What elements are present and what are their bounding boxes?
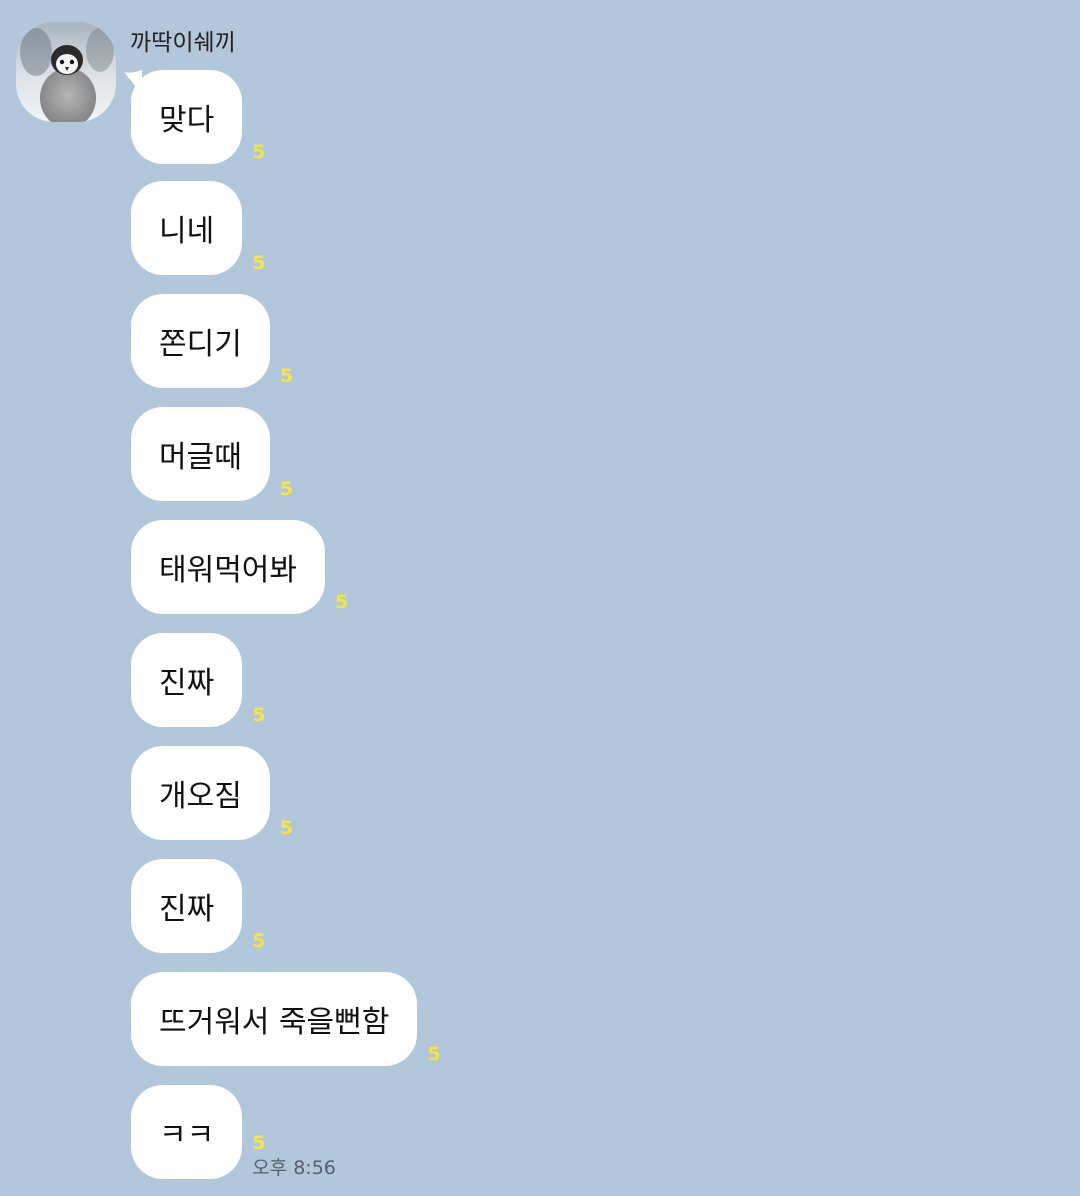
message-row: 뜨거워서 죽을뻔함 5 — [131, 972, 537, 1066]
message-row: 쫀디기 5 — [131, 294, 390, 388]
message-bubble[interactable]: 쫀디기 — [131, 294, 270, 388]
message-row: 머글때 5 — [131, 407, 390, 501]
message-bubble[interactable]: 진짜 — [131, 859, 243, 953]
unread-count: 5 — [252, 1132, 266, 1154]
sender-avatar[interactable] — [16, 22, 116, 122]
message-meta: 5 — [280, 746, 390, 840]
unread-count: 5 — [279, 817, 294, 839]
message-meta: 5 — [427, 972, 537, 1066]
message-meta: 5 — [252, 181, 362, 275]
message-bubble[interactable]: 개오짐 — [131, 746, 270, 840]
message-bubble[interactable]: 진짜 — [131, 633, 243, 727]
message-bubble[interactable]: 맞다 — [131, 70, 243, 164]
message-meta: 5 — [280, 407, 390, 501]
unread-count: 5 — [427, 1043, 441, 1065]
message-meta: 5 — [252, 70, 362, 164]
unread-count: 5 — [279, 478, 294, 500]
unread-count: 5 — [279, 365, 294, 387]
message-row: 개오짐 5 — [131, 746, 390, 840]
message-bubble[interactable]: ㅋㅋ — [131, 1085, 243, 1179]
unread-count: 5 — [252, 930, 266, 952]
message-row: 태워먹어봐 5 — [131, 520, 445, 614]
message-timestamp: 오후 8:56 — [252, 1157, 336, 1179]
message-meta: 5 — [280, 294, 390, 388]
message-meta: 5 오후 8:56 — [252, 1085, 362, 1179]
message-row: 맞다 5 — [131, 70, 362, 164]
message-meta: 5 — [335, 520, 445, 614]
message-meta: 5 — [252, 633, 362, 727]
unread-count: 5 — [335, 591, 349, 613]
message-bubble[interactable]: 니네 — [131, 181, 243, 275]
message-meta: 5 — [252, 859, 362, 953]
unread-count: 5 — [252, 252, 266, 274]
sender-name: 까딱이쉐끼 — [130, 30, 236, 56]
message-row: 니네 5 — [131, 181, 362, 275]
message-row: ㅋㅋ 5 오후 8:56 — [131, 1085, 362, 1179]
unread-count: 5 — [252, 704, 266, 726]
message-row: 진짜 5 — [131, 633, 362, 727]
penguin-chick-icon — [16, 22, 116, 122]
message-bubble[interactable]: 머글때 — [131, 407, 270, 501]
message-bubble[interactable]: 뜨거워서 죽을뻔함 — [131, 972, 418, 1066]
unread-count: 5 — [252, 141, 266, 163]
message-bubble[interactable]: 태워먹어봐 — [131, 520, 325, 614]
message-row: 진짜 5 — [131, 859, 362, 953]
